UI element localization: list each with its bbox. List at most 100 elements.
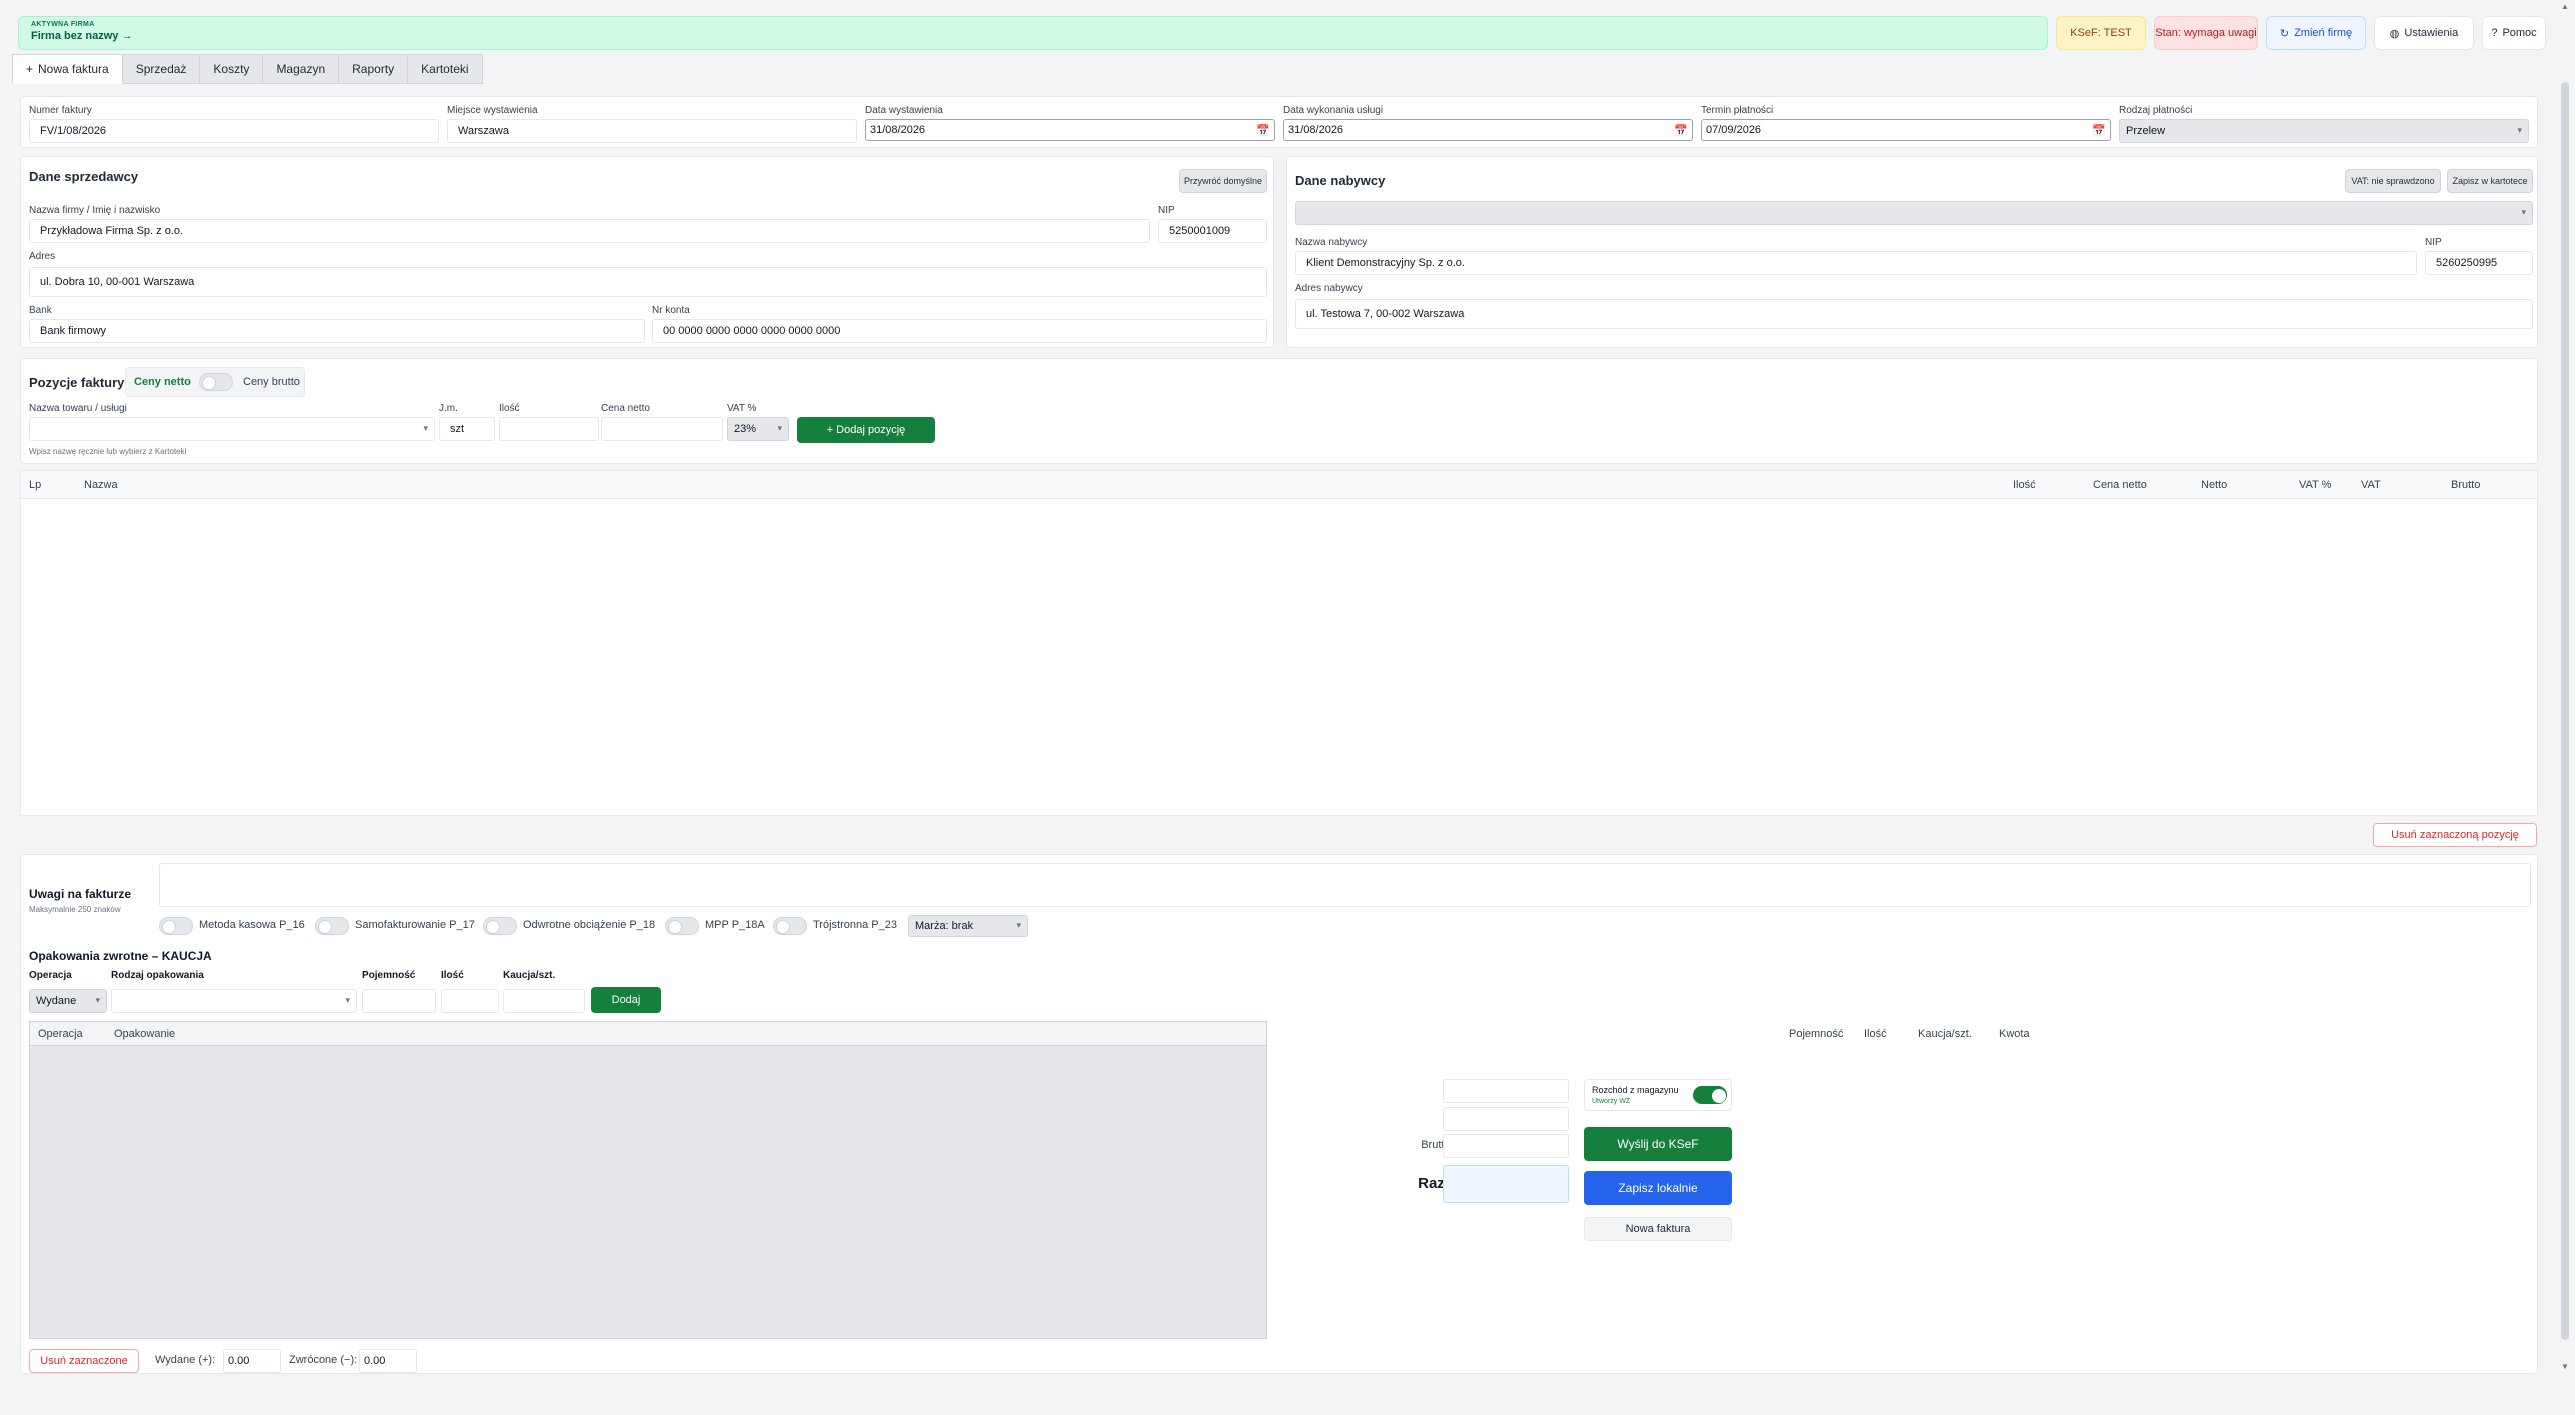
refresh-icon: ↻	[2279, 27, 2290, 40]
issued-total-field: 0.00	[223, 1349, 281, 1373]
seller-address-field[interactable]: ul. Dobra 10, 00-001 Warszawa	[29, 267, 1267, 297]
column-header[interactable]: Kwota	[1999, 1028, 2030, 1040]
save-local-button[interactable]: Zapisz lokalnie	[1584, 1171, 1732, 1205]
split-payment-label: MPP P_18A	[705, 919, 765, 931]
returned-label: Zwrócone (−):	[289, 1354, 358, 1366]
net-price-field[interactable]	[601, 417, 723, 441]
triangular-toggle[interactable]	[773, 917, 807, 935]
calendar-icon[interactable]: 📅	[1674, 124, 1688, 137]
issue-date-field[interactable]: 31/08/2026 📅	[865, 119, 1275, 141]
seller-account-field[interactable]: 00 0000 0000 0000 0000 0000 0000	[652, 319, 1267, 343]
active-firm-banner[interactable]: AKTYWNA FIRMA Firma bez nazwy →	[18, 16, 2048, 50]
notes-title: Uwagi na fakturze	[29, 887, 132, 901]
warehouse-box: Rozchód z magazynu Utworzy WZ	[1584, 1079, 1732, 1111]
settings-button[interactable]: ◍ Ustawienia	[2374, 16, 2474, 50]
packaging-type-combo[interactable]: ▾	[111, 989, 357, 1013]
save-to-records-button[interactable]: Zapisz w kartotece	[2447, 169, 2533, 193]
scroll-down-icon[interactable]: ▼	[2561, 1362, 2569, 1371]
seller-panel: Dane sprzedawcy Przywróć domyślne Nazwa …	[20, 156, 1274, 348]
service-date-field[interactable]: 31/08/2026 📅	[1283, 119, 1693, 141]
settings-label: Ustawienia	[2404, 27, 2459, 39]
notes-textarea[interactable]	[159, 863, 2531, 907]
operation-select[interactable]: Wydane ▾	[29, 989, 107, 1013]
column-header[interactable]: Operacja	[38, 1028, 83, 1040]
active-firm-name[interactable]: Firma bez nazwy →	[31, 30, 2035, 42]
help-button[interactable]: ? Pomoc	[2482, 16, 2546, 50]
net-price-label[interactable]: Ceny netto	[134, 376, 191, 388]
column-header[interactable]: Ilość	[1864, 1028, 1887, 1040]
tab-records[interactable]: Kartoteki	[408, 54, 483, 84]
column-header[interactable]: Opakowanie	[114, 1028, 175, 1040]
change-firm-button[interactable]: ↻ Zmień firmę	[2266, 16, 2366, 50]
packaging-qty-field[interactable]	[441, 989, 499, 1013]
column-header[interactable]: VAT	[2361, 479, 2381, 491]
scroll-up-icon[interactable]: ▲	[2561, 2, 2569, 11]
notes-limit: Maksymalnie 250 znaków	[29, 905, 121, 914]
packaging-type-label: Rodzaj opakowania	[111, 970, 204, 981]
chevron-down-icon: ▾	[2517, 125, 2522, 135]
buyer-panel: Dane nabywcy VAT: nie sprawdzono Zapisz …	[1286, 156, 2538, 348]
product-combo[interactable]: ▾	[29, 417, 435, 441]
margin-select[interactable]: Marża: brak ▾	[908, 915, 1028, 937]
margin-value: Marża: brak	[915, 920, 974, 932]
calendar-icon[interactable]: 📅	[1256, 124, 1270, 137]
column-header[interactable]: Pojemność	[1789, 1028, 1843, 1040]
tab-costs[interactable]: Koszty	[200, 54, 264, 84]
warehouse-toggle[interactable]	[1693, 1086, 1727, 1104]
column-header[interactable]: Kaucja/szt.	[1918, 1028, 1972, 1040]
buyer-address-label: Adres nabywcy	[1295, 283, 1363, 294]
invoice-number-field[interactable]: FV/1/08/2026	[29, 119, 439, 143]
self-billing-toggle[interactable]	[315, 917, 349, 935]
place-field[interactable]: Warszawa	[447, 119, 857, 143]
cash-method-label: Metoda kasowa P_16	[199, 919, 305, 931]
remove-item-button[interactable]: Usuń zaznaczoną pozycję	[2373, 823, 2537, 847]
column-header[interactable]: Lp	[29, 479, 41, 491]
qty-field[interactable]	[499, 417, 599, 441]
scrollbar-thumb[interactable]	[2561, 82, 2569, 1340]
add-item-button[interactable]: + Dodaj pozycję	[797, 417, 935, 443]
payment-type-select[interactable]: Przelew ▾	[2119, 119, 2529, 143]
column-header[interactable]: Cena netto	[2093, 479, 2147, 491]
buyer-select[interactable]: ▾	[1295, 201, 2533, 225]
unit-field[interactable]: szt	[439, 417, 495, 441]
reverse-charge-toggle[interactable]	[483, 917, 517, 935]
tab-reports[interactable]: Raporty	[339, 54, 409, 84]
seller-name-field[interactable]: Przykładowa Firma Sp. z o.o.	[29, 219, 1150, 243]
tab-new-invoice[interactable]: + Nowa faktura	[12, 54, 123, 84]
column-header[interactable]: Nazwa	[84, 479, 118, 491]
buyer-nip-field[interactable]: 5260250995	[2425, 251, 2533, 275]
price-mode-toggle[interactable]	[199, 373, 233, 391]
column-header[interactable]: Netto	[2201, 479, 2227, 491]
gross-price-label[interactable]: Ceny brutto	[243, 376, 300, 388]
packaging-title: Opakowania zwrotne – KAUCJA	[29, 949, 212, 963]
buyer-address-field[interactable]: ul. Testowa 7, 00-002 Warszawa	[1295, 299, 2533, 329]
column-header[interactable]: Brutto	[2451, 479, 2480, 491]
vat-check-button[interactable]: VAT: nie sprawdzono	[2345, 169, 2441, 193]
column-header[interactable]: Ilość	[2013, 479, 2036, 491]
state-text: Stan: wymaga uwagi	[2155, 27, 2257, 39]
new-invoice-button[interactable]: Nowa faktura	[1584, 1217, 1732, 1241]
due-date-field[interactable]: 07/09/2026 📅	[1701, 119, 2111, 141]
chevron-down-icon: ▾	[2521, 207, 2526, 217]
notes-panel: Uwagi na fakturze Maksymalnie 250 znaków…	[20, 854, 2538, 1374]
capacity-field[interactable]	[362, 989, 436, 1013]
warehouse-sub: Utworzy WZ	[1592, 1098, 1631, 1105]
send-ksef-button[interactable]: Wyślij do KSeF	[1584, 1127, 1732, 1161]
column-header[interactable]: VAT %	[2299, 479, 2331, 491]
seller-bank-field[interactable]: Bank firmowy	[29, 319, 645, 343]
seller-nip-field[interactable]: 5250001009	[1158, 219, 1267, 243]
add-packaging-button[interactable]: Dodaj	[591, 987, 661, 1013]
page-scrollbar[interactable]: ▲ ▼	[2555, 0, 2575, 1415]
split-payment-toggle[interactable]	[665, 917, 699, 935]
deposit-field[interactable]	[503, 989, 585, 1013]
calendar-icon[interactable]: 📅	[2092, 124, 2106, 137]
restore-defaults-button[interactable]: Przywróć domyślne	[1179, 169, 1267, 193]
tab-warehouse[interactable]: Magazyn	[263, 54, 340, 84]
tab-sales[interactable]: Sprzedaż	[122, 54, 201, 84]
remove-packaging-button[interactable]: Usuń zaznaczone	[29, 1349, 139, 1373]
vat-rate-select[interactable]: 23% ▾	[727, 417, 789, 441]
place-label: Miejsce wystawienia	[447, 105, 538, 116]
cash-method-toggle[interactable]	[159, 917, 193, 935]
buyer-name-field[interactable]: Klient Demonstracyjny Sp. z o.o.	[1295, 251, 2417, 275]
tab-label: Kartoteki	[421, 62, 469, 76]
